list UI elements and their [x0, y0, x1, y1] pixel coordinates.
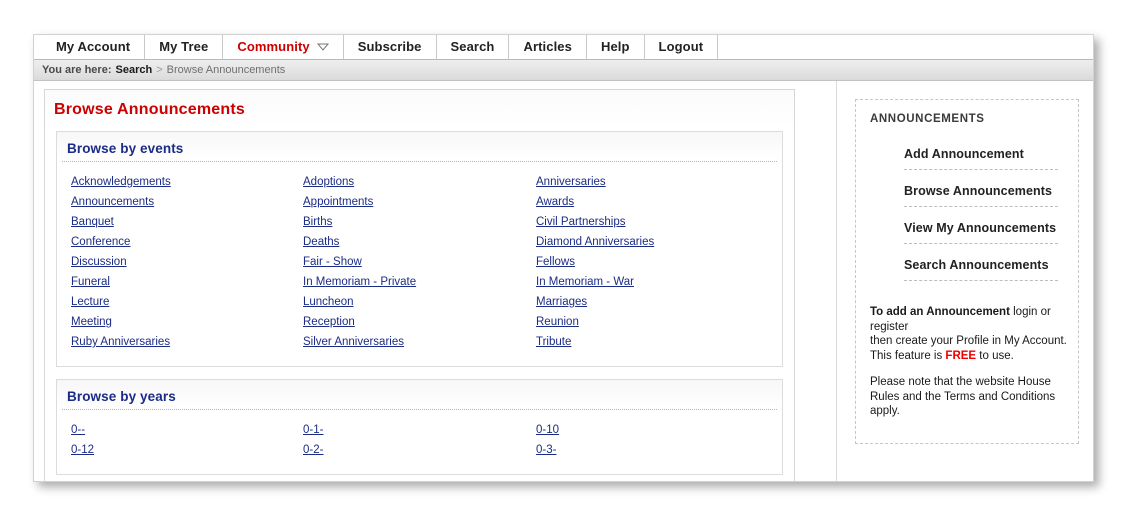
- events-column-1: Acknowledgements Announcements Banquet C…: [57, 176, 292, 356]
- events-column-2: Adoptions Appointments Births Deaths Fai…: [292, 176, 527, 356]
- page-frame: My Account My Tree Community Subscribe S…: [33, 34, 1094, 482]
- sidebar-note-line3-pre: This feature is: [870, 349, 946, 362]
- event-link[interactable]: In Memoriam - Private: [303, 276, 416, 288]
- nav-label-my-tree: My Tree: [159, 39, 209, 54]
- event-link[interactable]: Diamond Anniversaries: [536, 236, 654, 248]
- year-link[interactable]: 0-10: [536, 424, 559, 436]
- sidebar-note-line2: then create your Profile in My Account.: [870, 335, 1067, 347]
- nav-label-search: Search: [450, 39, 495, 54]
- nav-item-logout[interactable]: Logout: [645, 35, 719, 59]
- nav-label-my-account: My Account: [56, 39, 131, 54]
- event-link[interactable]: Anniversaries: [536, 176, 606, 188]
- sidebar-note-free-badge: FREE: [945, 349, 977, 362]
- years-column-2: 0-1- 0-2-: [292, 424, 527, 464]
- event-link[interactable]: Appointments: [303, 196, 373, 208]
- breadcrumb-current: Browse Announcements: [166, 64, 286, 76]
- event-link[interactable]: Meeting: [71, 316, 112, 328]
- nav-item-search[interactable]: Search: [437, 35, 510, 59]
- year-link[interactable]: 0-2-: [303, 444, 323, 456]
- nav-item-help[interactable]: Help: [587, 35, 645, 59]
- sidebar-note-line3-post: to use.: [976, 349, 1014, 362]
- nav-item-community[interactable]: Community: [223, 35, 344, 59]
- sidebar-item-browse-announcements[interactable]: Browse Announcements: [904, 184, 1058, 207]
- event-link[interactable]: Luncheon: [303, 296, 354, 308]
- event-link[interactable]: Awards: [536, 196, 574, 208]
- event-link[interactable]: Banquet: [71, 216, 114, 228]
- breadcrumb: You are here: Search > Browse Announceme…: [34, 60, 1093, 81]
- browse-by-events-header: Browse by events: [62, 132, 777, 162]
- screenshot-stage: My Account My Tree Community Subscribe S…: [0, 0, 1129, 516]
- chevron-down-icon: [316, 43, 329, 51]
- nav-label-articles: Articles: [523, 39, 572, 54]
- nav-label-help: Help: [600, 39, 630, 54]
- browse-by-years-panel: Browse by years 0-- 0-12 0-1- 0-2- 0-10 …: [56, 379, 783, 475]
- event-link[interactable]: Funeral: [71, 276, 110, 288]
- event-link[interactable]: Fair - Show: [303, 256, 362, 268]
- event-link[interactable]: Civil Partnerships: [536, 216, 625, 228]
- nav-item-my-account[interactable]: My Account: [42, 35, 146, 59]
- sidebar-note-paragraph-1: To add an Announcement login or register…: [870, 305, 1068, 363]
- event-link[interactable]: Births: [303, 216, 332, 228]
- event-link[interactable]: Lecture: [71, 296, 109, 308]
- year-link[interactable]: 0-3-: [536, 444, 556, 456]
- sidebar-note-bold-lead: To add an Announcement: [870, 306, 1010, 318]
- breadcrumb-separator: >: [156, 64, 163, 76]
- page-title: Browse Announcements: [54, 101, 245, 118]
- nav-item-my-tree[interactable]: My Tree: [145, 35, 224, 59]
- browse-by-years-links: 0-- 0-12 0-1- 0-2- 0-10 0-3-: [57, 410, 782, 474]
- breadcrumb-link-search[interactable]: Search: [116, 64, 153, 76]
- page-body: Browse Announcements Browse by events Ac…: [34, 81, 1093, 481]
- event-link[interactable]: Ruby Anniversaries: [71, 336, 170, 348]
- years-column-1: 0-- 0-12: [57, 424, 292, 464]
- years-column-3: 0-10 0-3-: [527, 424, 762, 464]
- sidebar-column: ANNOUNCEMENTS Add Announcement Browse An…: [837, 81, 1093, 481]
- event-link[interactable]: Tribute: [536, 336, 571, 348]
- announcements-sidebar-box: ANNOUNCEMENTS Add Announcement Browse An…: [855, 99, 1079, 444]
- event-link[interactable]: In Memoriam - War: [536, 276, 634, 288]
- event-link[interactable]: Conference: [71, 236, 130, 248]
- event-link[interactable]: Adoptions: [303, 176, 354, 188]
- event-link[interactable]: Reunion: [536, 316, 579, 328]
- event-link[interactable]: Reception: [303, 316, 355, 328]
- year-link[interactable]: 0--: [71, 424, 85, 436]
- event-link[interactable]: Marriages: [536, 296, 587, 308]
- sidebar-item-add-announcement[interactable]: Add Announcement: [904, 147, 1058, 170]
- sidebar-item-search-announcements[interactable]: Search Announcements: [904, 258, 1058, 281]
- main-content-column: Browse Announcements Browse by events Ac…: [34, 81, 814, 481]
- sidebar-item-view-my-announcements[interactable]: View My Announcements: [904, 221, 1058, 244]
- top-navigation-bar: My Account My Tree Community Subscribe S…: [34, 35, 1093, 60]
- sidebar-menu: Add Announcement Browse Announcements Vi…: [870, 147, 1068, 281]
- breadcrumb-prefix: You are here:: [42, 64, 112, 76]
- content-card: Browse Announcements Browse by events Ac…: [44, 89, 795, 481]
- year-link[interactable]: 0-12: [71, 444, 94, 456]
- nav-label-community: Community: [237, 39, 310, 54]
- events-column-3: Anniversaries Awards Civil Partnerships …: [527, 176, 762, 356]
- event-link[interactable]: Announcements: [71, 196, 154, 208]
- event-link[interactable]: Discussion: [71, 256, 127, 268]
- nav-label-subscribe: Subscribe: [357, 39, 422, 54]
- year-link[interactable]: 0-1-: [303, 424, 323, 436]
- nav-label-logout: Logout: [658, 39, 704, 54]
- event-link[interactable]: Silver Anniversaries: [303, 336, 404, 348]
- browse-by-years-header: Browse by years: [62, 380, 777, 410]
- event-link[interactable]: Acknowledgements: [71, 176, 171, 188]
- sidebar-title: ANNOUNCEMENTS: [870, 113, 985, 125]
- nav-item-subscribe[interactable]: Subscribe: [344, 35, 437, 59]
- nav-item-articles[interactable]: Articles: [509, 35, 587, 59]
- sidebar-note: To add an Announcement login or register…: [870, 305, 1068, 419]
- browse-by-events-links: Acknowledgements Announcements Banquet C…: [57, 162, 782, 366]
- event-link[interactable]: Fellows: [536, 256, 575, 268]
- sidebar-note-paragraph-2: Please note that the website House Rules…: [870, 376, 1056, 417]
- event-link[interactable]: Deaths: [303, 236, 339, 248]
- browse-by-events-panel: Browse by events Acknowledgements Announ…: [56, 131, 783, 367]
